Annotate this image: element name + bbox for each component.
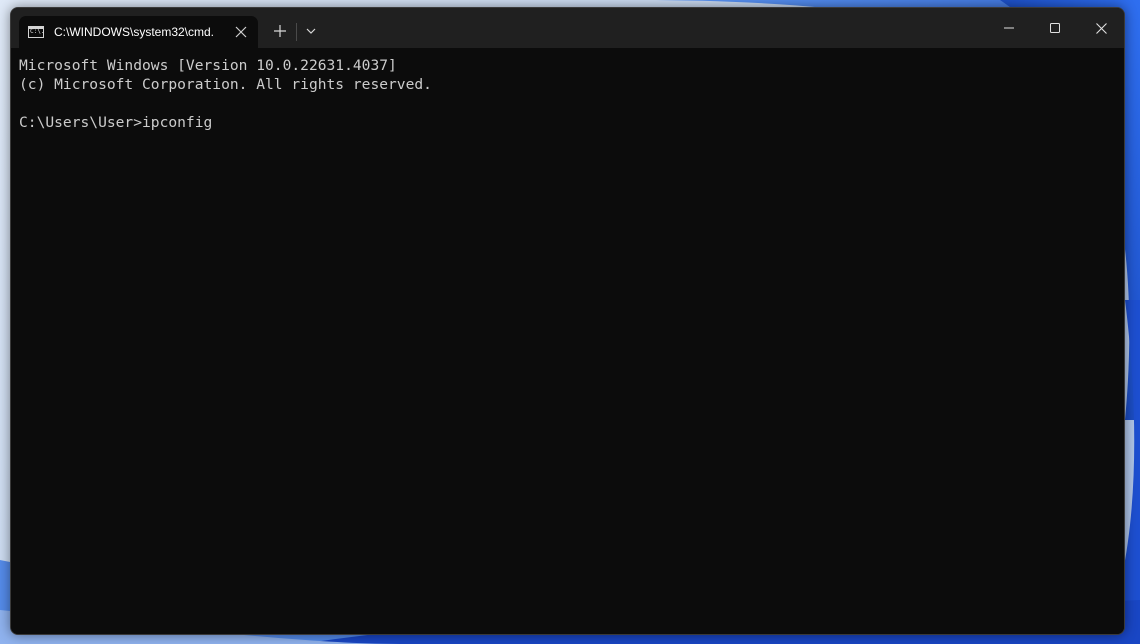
minimize-icon bbox=[1004, 27, 1014, 29]
tab-title: C:\WINDOWS\system32\cmd. bbox=[54, 25, 215, 39]
chevron-down-icon bbox=[306, 28, 316, 34]
new-tab-button[interactable] bbox=[267, 18, 293, 44]
maximize-button[interactable] bbox=[1032, 8, 1078, 48]
tab-close-button[interactable] bbox=[230, 21, 252, 43]
title-bar[interactable]: C:\. C:\WINDOWS\system32\cmd. bbox=[11, 8, 1124, 48]
profile-dropdown-button[interactable] bbox=[299, 18, 323, 44]
terminal-output[interactable]: Microsoft Windows [Version 10.0.22631.40… bbox=[11, 48, 1124, 634]
close-icon bbox=[235, 26, 247, 38]
cmd-window: C:\. C:\WINDOWS\system32\cmd. Microsoft … bbox=[10, 7, 1125, 635]
cmd-icon-text: C:\. bbox=[30, 28, 45, 35]
maximize-icon bbox=[1050, 23, 1060, 33]
close-window-button[interactable] bbox=[1078, 8, 1124, 48]
close-icon bbox=[1095, 22, 1107, 34]
minimize-button[interactable] bbox=[986, 8, 1032, 48]
cmd-icon: C:\. bbox=[28, 26, 44, 38]
command-prompt-line[interactable]: C:\Users\User>ipconfig bbox=[19, 113, 212, 132]
plus-icon bbox=[274, 25, 286, 37]
terminal-line: Microsoft Windows [Version 10.0.22631.40… bbox=[19, 57, 397, 74]
terminal-line: (c) Microsoft Corporation. All rights re… bbox=[19, 76, 432, 93]
tab-cmd[interactable]: C:\. C:\WINDOWS\system32\cmd. bbox=[19, 16, 258, 48]
tab-separator bbox=[296, 23, 297, 41]
